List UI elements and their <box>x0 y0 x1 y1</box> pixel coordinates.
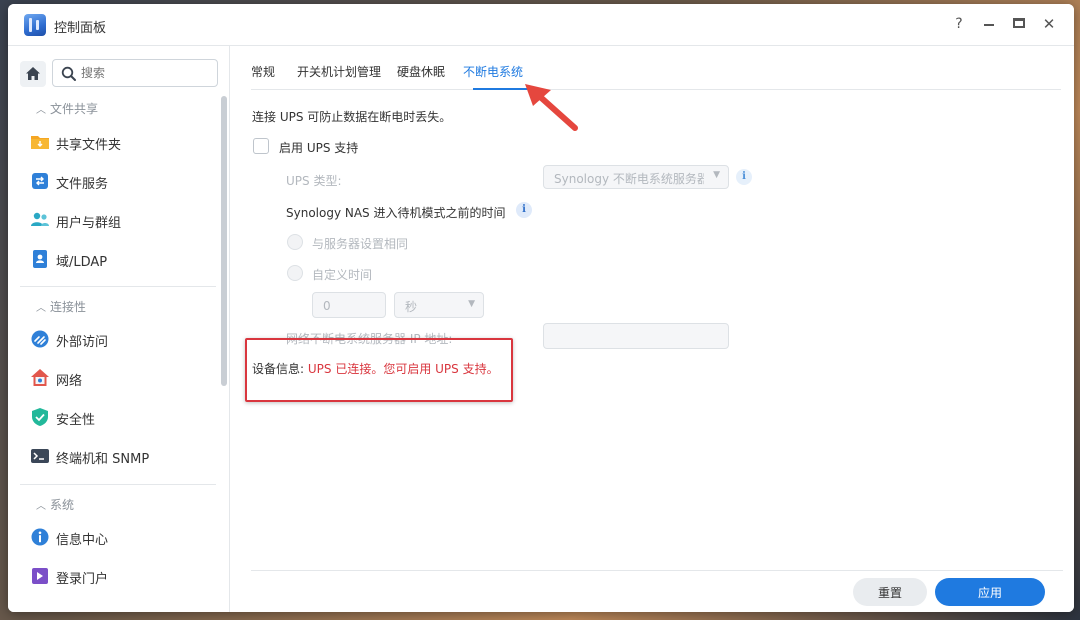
sidebar-item-label: 文件服务 <box>56 177 109 192</box>
sidebar-item-label: 登录门户 <box>56 572 109 587</box>
home-button[interactable] <box>20 61 46 87</box>
sidebar-item-network[interactable]: 网络 <box>30 364 216 392</box>
sidebar-item-file-services[interactable]: 文件服务 <box>30 167 216 195</box>
section-label: 系统 <box>50 498 75 512</box>
home-icon <box>26 67 40 80</box>
radio-same-as-server[interactable] <box>287 234 303 250</box>
tab-ups[interactable]: 不断电系统 <box>463 63 523 80</box>
external-access-icon <box>31 330 49 348</box>
ups-type-info-icon[interactable]: i <box>736 169 752 185</box>
search-input[interactable] <box>81 64 211 82</box>
network-icon <box>31 369 49 386</box>
ups-type-value: Synology 不断电系统服务器 <box>554 172 704 186</box>
sidebar-item-label: 网络 <box>56 374 83 389</box>
terminal-snmp-icon <box>31 449 49 463</box>
time-unit-select[interactable]: 秒 ▼ <box>394 292 484 318</box>
domain-ldap-icon <box>33 250 47 268</box>
shared-folder-icon <box>31 136 49 149</box>
sidebar-item-login-portal[interactable]: 登录门户 <box>30 562 216 590</box>
chevron-down-icon: ▼ <box>468 299 475 309</box>
sidebar-item-security[interactable]: 安全性 <box>30 403 216 431</box>
annotation-arrow-icon <box>525 84 578 131</box>
sidebar-item-domain-ldap[interactable]: 域/LDAP <box>30 245 216 273</box>
tab-power-schedule[interactable]: 开关机计划管理 <box>297 63 381 80</box>
section-header-system[interactable]: ︿ 系统 <box>36 496 74 514</box>
control-panel-window: 控制面板 ? ✕ ︿ 文件共享 <box>8 4 1074 612</box>
chevron-down-icon: ▼ <box>713 170 720 180</box>
sidebar-item-label: 安全性 <box>56 413 96 428</box>
chevron-up-icon: ︿ <box>36 105 46 116</box>
chevron-up-icon: ︿ <box>36 501 46 512</box>
shield-icon <box>32 408 48 426</box>
radio-custom-time[interactable] <box>287 265 303 281</box>
close-button[interactable]: ✕ <box>1040 15 1058 33</box>
sidebar-item-label: 信息中心 <box>56 533 109 548</box>
standby-info-icon[interactable]: i <box>516 202 532 218</box>
tab-hdd-hibernation[interactable]: 硬盘休眠 <box>397 63 445 80</box>
annotation-highlight-box <box>245 338 513 402</box>
search-icon <box>61 66 76 81</box>
apply-button[interactable]: 应用 <box>935 578 1045 606</box>
reset-button[interactable]: 重置 <box>853 578 927 606</box>
footer-divider <box>251 570 1063 571</box>
main-panel: 常规 开关机计划管理 硬盘休眠 不断电系统 连接 UPS 可防止数据在断电时丢失… <box>231 46 1074 612</box>
sidebar-item-label: 终端机和 SNMP <box>56 452 150 467</box>
sidebar-item-info-center[interactable]: 信息中心 <box>30 523 216 551</box>
minimize-button[interactable] <box>980 15 998 33</box>
standby-time-label: Synology NAS 进入待机模式之前的时间 <box>286 206 506 220</box>
maximize-button[interactable] <box>1010 15 1028 33</box>
radio-custom-time-label: 自定义时间 <box>312 268 373 282</box>
section-divider <box>20 484 216 485</box>
server-ip-input[interactable] <box>543 323 729 349</box>
sidebar-item-label: 用户与群组 <box>56 216 122 231</box>
info-center-icon <box>31 528 49 546</box>
login-portal-icon <box>32 568 48 584</box>
file-services-icon <box>32 173 48 189</box>
ups-description: 连接 UPS 可防止数据在断电时丢失。 <box>252 110 452 124</box>
window-title: 控制面板 <box>54 21 107 36</box>
radio-same-as-server-label: 与服务器设置相同 <box>312 237 409 251</box>
sidebar-item-label: 域/LDAP <box>56 255 108 270</box>
maximize-icon <box>1013 18 1025 28</box>
sidebar-item-external-access[interactable]: 外部访问 <box>30 325 216 353</box>
section-divider <box>20 286 216 287</box>
ups-type-select[interactable]: Synology 不断电系统服务器 ▼ <box>543 165 729 189</box>
minimize-icon <box>984 24 994 26</box>
enable-ups-label: 启用 UPS 支持 <box>279 141 359 155</box>
sidebar-item-label: 外部访问 <box>56 335 109 350</box>
sidebar: ︿ 文件共享 共享文件夹 文件服务 用户与群组 <box>8 46 230 612</box>
sidebar-scrollbar[interactable] <box>221 96 227 386</box>
ups-type-label: UPS 类型: <box>286 174 342 188</box>
tab-bar: 常规 开关机计划管理 硬盘休眠 不断电系统 <box>251 46 1061 90</box>
sidebar-item-users-groups[interactable]: 用户与群组 <box>30 206 216 234</box>
section-label: 文件共享 <box>50 102 99 116</box>
chevron-up-icon: ︿ <box>36 303 46 314</box>
enable-ups-checkbox[interactable] <box>253 138 269 154</box>
section-header-file-sharing[interactable]: ︿ 文件共享 <box>36 100 98 118</box>
section-header-connectivity[interactable]: ︿ 连接性 <box>36 298 86 316</box>
sidebar-item-terminal-snmp[interactable]: 终端机和 SNMP <box>30 442 216 470</box>
custom-time-value: 0 <box>323 299 331 313</box>
title-bar: 控制面板 ? ✕ <box>8 4 1074 46</box>
users-groups-icon <box>31 212 49 226</box>
control-panel-app-icon <box>24 14 46 36</box>
custom-time-input[interactable]: 0 <box>312 292 386 318</box>
section-label: 连接性 <box>50 300 87 314</box>
search-box[interactable] <box>52 59 218 87</box>
tab-general[interactable]: 常规 <box>251 63 275 80</box>
help-button[interactable]: ? <box>950 15 968 33</box>
sidebar-item-shared-folder[interactable]: 共享文件夹 <box>30 128 216 156</box>
sidebar-item-label: 共享文件夹 <box>56 138 122 153</box>
